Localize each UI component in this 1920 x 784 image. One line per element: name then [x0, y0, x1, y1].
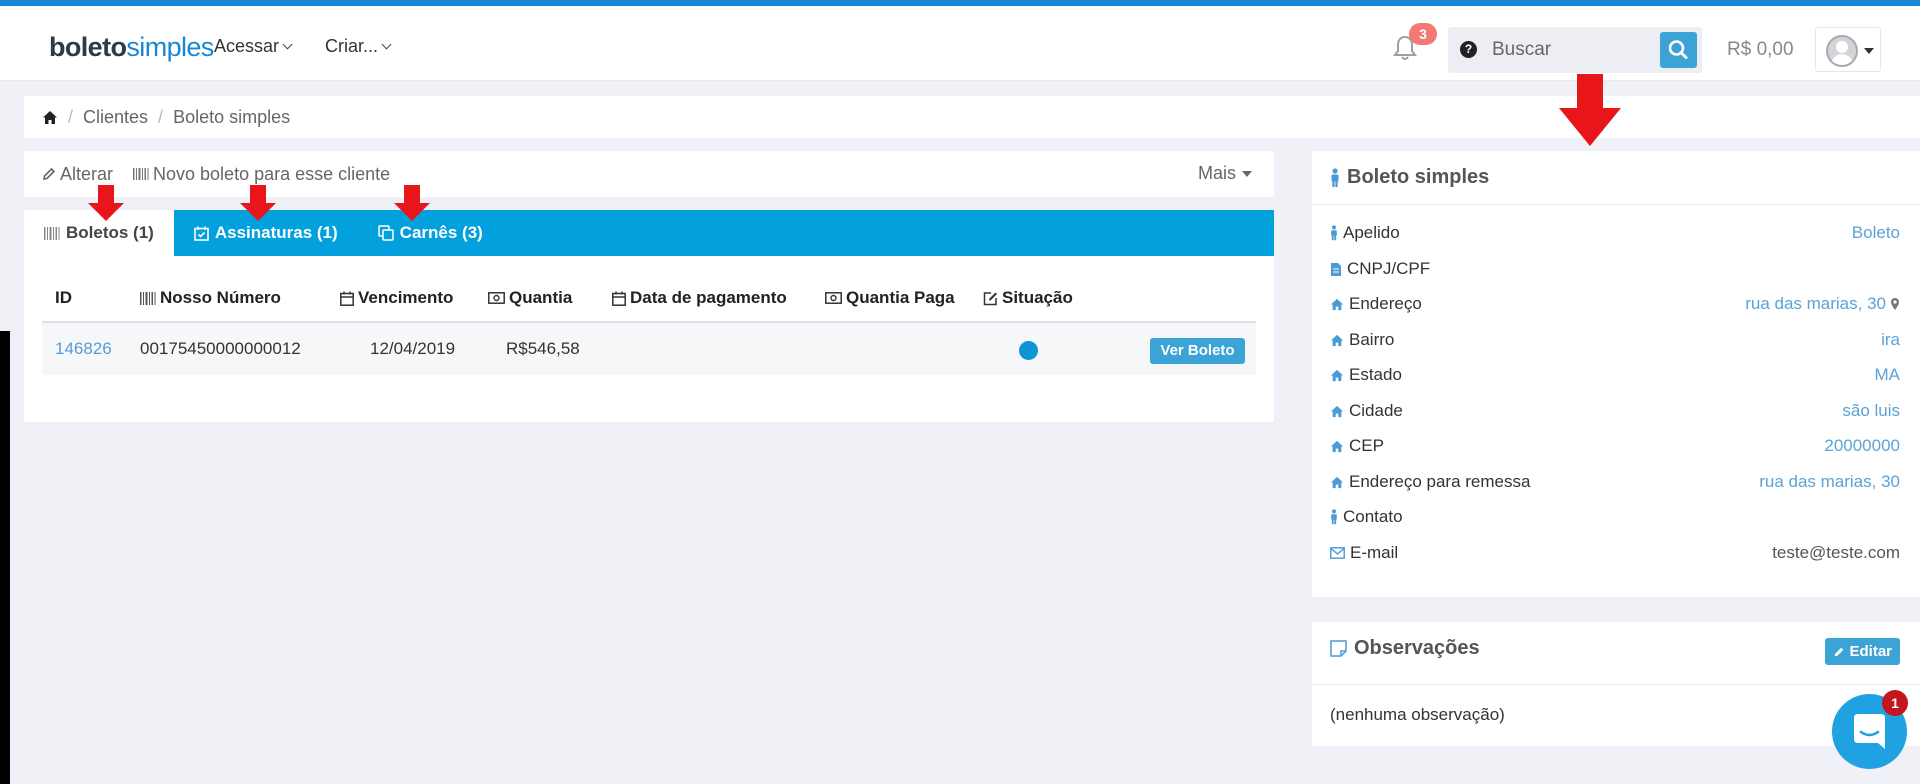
home-icon[interactable]	[42, 110, 58, 125]
boletos-table-panel: ID Nosso Número Vencimento Quantia Data …	[24, 256, 1274, 422]
balance: R$ 0,00	[1727, 39, 1794, 60]
cell-vencimento: 12/04/2019	[370, 339, 456, 358]
copy-icon	[377, 225, 394, 241]
field-email-label: E-mail	[1330, 543, 1398, 563]
annotation-arrow-icon	[240, 185, 276, 221]
ver-boleto-button[interactable]: Ver Boleto	[1150, 338, 1245, 364]
column-header-quantia[interactable]: Quantia	[488, 288, 572, 308]
cell-quantia: R$546,58	[506, 339, 580, 358]
edit-client-button[interactable]: Alterar	[42, 164, 113, 185]
pencil-icon	[1835, 647, 1844, 656]
search-button[interactable]	[1660, 32, 1697, 68]
cell-nosso-numero: 00175450000000012	[140, 339, 301, 358]
field-bairro-value[interactable]: ira	[1881, 330, 1900, 350]
home-icon	[1330, 334, 1344, 346]
home-icon	[1330, 369, 1344, 381]
chat-unread-badge: 1	[1882, 690, 1908, 716]
logo[interactable]: boletosimples	[49, 32, 214, 62]
sticky-note-icon	[1330, 640, 1347, 657]
user-menu-button[interactable]	[1815, 27, 1881, 72]
map-marker-icon	[1891, 298, 1899, 310]
breadcrumb-current: Boleto simples	[173, 106, 291, 127]
search-input[interactable]	[1492, 36, 1642, 64]
field-estado-value[interactable]: MA	[1875, 365, 1901, 385]
chevron-down-icon	[381, 39, 392, 50]
field-cidade-value[interactable]: são luis	[1842, 401, 1900, 421]
envelope-icon	[1330, 547, 1345, 559]
caret-down-icon	[1864, 48, 1874, 54]
column-header-data-pagamento[interactable]: Data de pagamento	[612, 288, 787, 308]
field-cep-label: CEP	[1330, 436, 1384, 456]
help-icon[interactable]: ?	[1460, 41, 1477, 58]
column-header-vencimento[interactable]: Vencimento	[340, 288, 453, 308]
annotation-arrow-icon	[394, 185, 430, 221]
field-apelido-value[interactable]: Boleto	[1852, 223, 1900, 243]
annotation-arrow-icon	[1559, 74, 1621, 146]
column-header-quantia-paga[interactable]: Quantia Paga	[825, 288, 955, 308]
barcode-icon	[133, 168, 149, 180]
new-boleto-button[interactable]: Novo boleto para esse cliente	[133, 164, 390, 185]
field-contato-label: Contato	[1330, 507, 1403, 527]
avatar	[1826, 35, 1858, 67]
field-endereco-label: Endereço	[1330, 294, 1422, 314]
nav-criar[interactable]: Criar...	[325, 36, 392, 57]
field-cep-value[interactable]: 20000000	[1824, 436, 1900, 456]
money-icon	[488, 292, 505, 304]
column-header-situacao[interactable]: Situação	[983, 288, 1073, 308]
field-estado-label: Estado	[1330, 365, 1402, 385]
column-header-nosso-numero[interactable]: Nosso Número	[140, 288, 281, 308]
caret-down-icon	[1242, 170, 1252, 177]
column-header-id[interactable]: ID	[55, 288, 72, 308]
observations-text: (nenhuma observação)	[1330, 705, 1505, 724]
field-endereco-remessa-label: Endereço para remessa	[1330, 472, 1530, 492]
field-endereco-value[interactable]: rua das marias, 30	[1745, 294, 1900, 314]
person-icon	[1331, 167, 1339, 187]
field-apelido-label: Apelido	[1330, 223, 1400, 243]
navbar: boletosimples Acessar Criar... 3 ? R$ 0,…	[0, 6, 1920, 81]
nav-acessar[interactable]: Acessar	[214, 36, 293, 57]
home-icon	[1330, 476, 1344, 488]
client-panel-title: Boleto simples	[1330, 166, 1489, 189]
barcode-icon	[44, 226, 60, 240]
boleto-id-link[interactable]: 146826	[55, 339, 112, 359]
home-icon	[1330, 440, 1344, 452]
person-icon	[1331, 225, 1337, 241]
field-bairro-label: Bairro	[1330, 330, 1394, 350]
notification-badge: 3	[1409, 23, 1437, 45]
person-icon	[1331, 509, 1337, 525]
field-endereco-remessa-value[interactable]: rua das marias, 30	[1759, 472, 1900, 492]
edit-observations-button[interactable]: Editar	[1825, 638, 1900, 665]
document-icon	[1331, 262, 1341, 276]
edit-square-icon	[983, 291, 997, 305]
left-edge-bar	[0, 331, 10, 784]
calendar-check-icon	[194, 226, 209, 241]
more-dropdown[interactable]: Mais	[1198, 163, 1252, 184]
calendar-icon	[612, 291, 626, 306]
field-cnpj-label: CNPJ/CPF	[1330, 259, 1430, 279]
field-email-value: teste@teste.com	[1772, 543, 1900, 562]
barcode-icon	[140, 291, 156, 305]
annotation-arrow-icon	[88, 185, 124, 221]
observations-title: Observações	[1330, 637, 1480, 660]
pencil-icon	[43, 167, 56, 180]
tabs-bar: Boletos (1) Assinaturas (1) Carnês (3)	[24, 210, 1274, 256]
field-cidade-label: Cidade	[1330, 401, 1403, 421]
calendar-icon	[340, 291, 354, 306]
search-box: ?	[1448, 27, 1702, 73]
breadcrumb: / Clientes / Boleto simples	[24, 96, 1920, 138]
home-icon	[1330, 298, 1344, 310]
home-icon	[1330, 405, 1344, 417]
search-icon	[1668, 40, 1688, 59]
actions-bar: Alterar Novo boleto para esse cliente Ma…	[24, 151, 1274, 197]
client-info-panel: Boleto simples Apelido Boleto CNPJ/CPF E…	[1312, 151, 1920, 597]
money-icon	[825, 292, 842, 304]
chevron-down-icon	[282, 39, 293, 50]
observations-panel: Observações Editar (nenhuma observação)	[1312, 622, 1920, 746]
status-indicator	[1019, 341, 1038, 360]
breadcrumb-clientes[interactable]: Clientes	[83, 107, 148, 128]
